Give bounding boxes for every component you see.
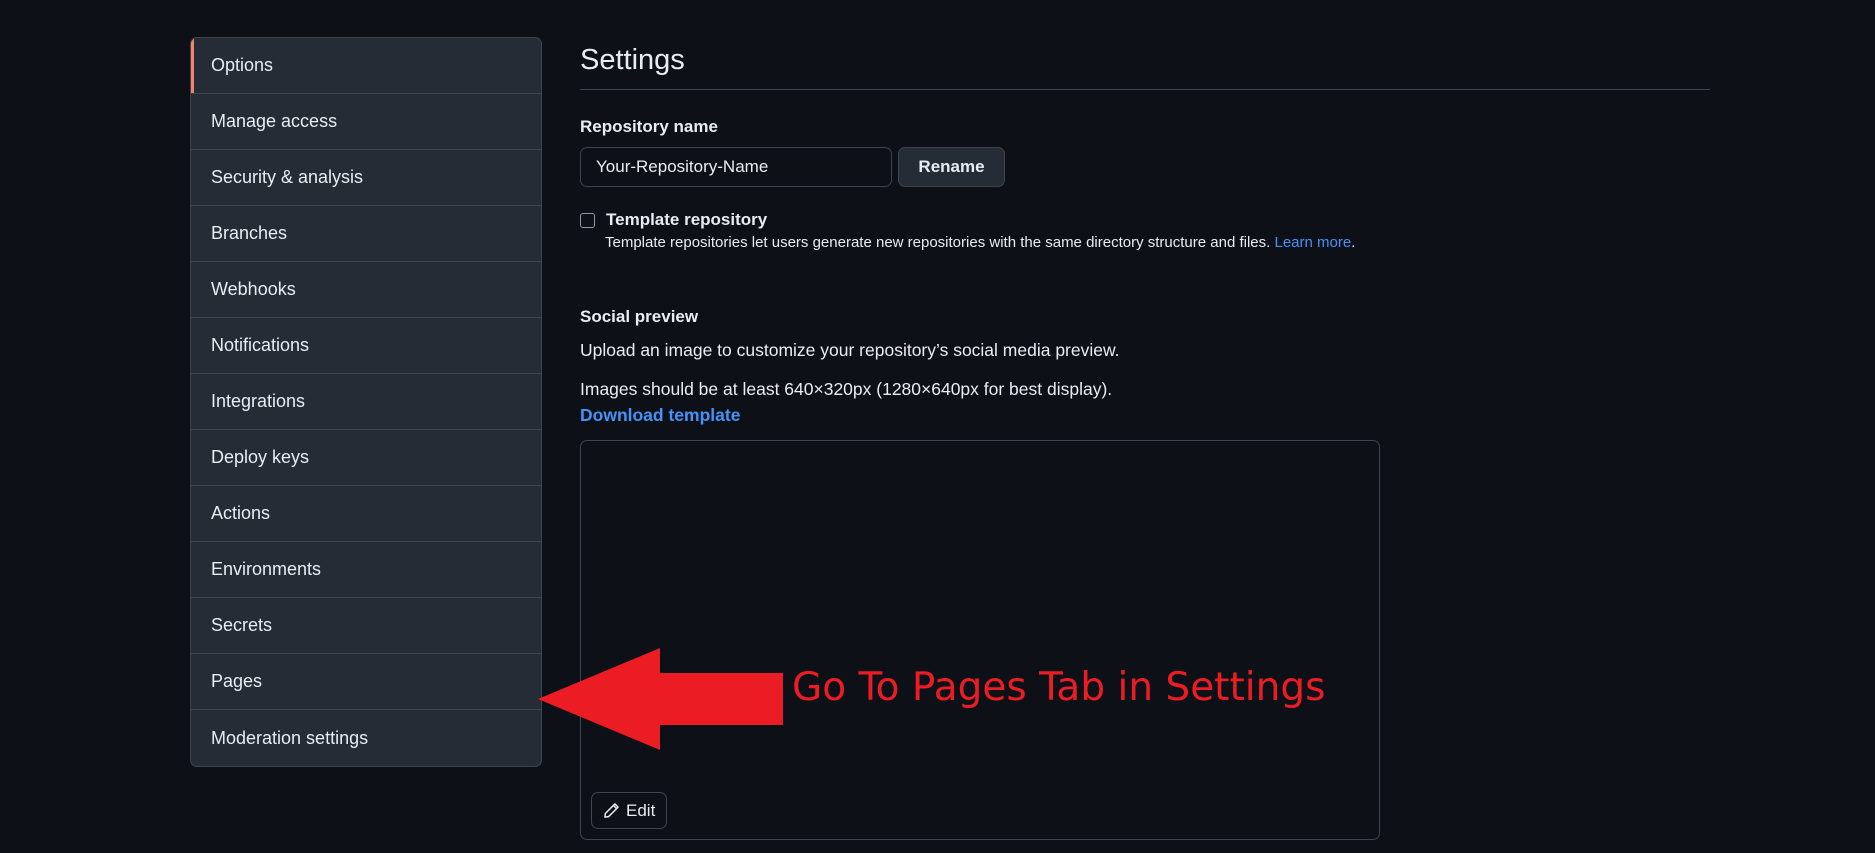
sidebar-item-secrets[interactable]: Secrets bbox=[191, 598, 541, 654]
sidebar-item-options[interactable]: Options bbox=[191, 38, 541, 94]
settings-sidebar: Options Manage access Security & analysi… bbox=[190, 37, 542, 767]
upload-instructions: Upload an image to customize your reposi… bbox=[580, 340, 1120, 360]
sidebar-item-security-analysis[interactable]: Security & analysis bbox=[191, 150, 541, 206]
sidebar-item-label: Actions bbox=[211, 503, 271, 523]
edit-label: Edit bbox=[626, 800, 656, 820]
sidebar-item-label: Environments bbox=[211, 559, 322, 579]
template-repository-checkbox[interactable] bbox=[580, 212, 595, 228]
sidebar-item-integrations[interactable]: Integrations bbox=[191, 374, 541, 430]
sidebar-item-branches[interactable]: Branches bbox=[191, 206, 541, 262]
sidebar-item-notifications[interactable]: Notifications bbox=[191, 318, 541, 374]
sidebar-item-label: Branches bbox=[211, 223, 288, 243]
sidebar-item-environments[interactable]: Environments bbox=[191, 542, 541, 598]
sidebar-item-pages[interactable]: Pages bbox=[191, 654, 541, 710]
red-arrow-annotation bbox=[538, 648, 783, 750]
template-repository-row: Template repository bbox=[580, 210, 767, 230]
edit-button[interactable]: Edit bbox=[591, 792, 668, 829]
social-preview-label: Social preview bbox=[580, 307, 699, 326]
sidebar-item-label: Webhooks bbox=[211, 279, 296, 299]
learn-more-link[interactable]: Learn more bbox=[1274, 234, 1351, 251]
template-description-end: . bbox=[1351, 234, 1356, 251]
page-title: Settings bbox=[580, 44, 1710, 90]
sidebar-item-label: Notifications bbox=[211, 335, 310, 355]
rename-button[interactable]: Rename bbox=[898, 147, 1005, 187]
sidebar-item-label: Options bbox=[211, 55, 274, 75]
sidebar-item-moderation-settings[interactable]: Moderation settings bbox=[191, 710, 541, 766]
image-size-note: Images should be at least 640×320px (128… bbox=[580, 379, 1113, 399]
annotation-text: Go To Pages Tab in Settings bbox=[792, 665, 1326, 710]
social-preview-box: Edit bbox=[580, 440, 1380, 840]
repository-name-label: Repository name bbox=[580, 117, 718, 136]
template-repository-label: Template repository bbox=[606, 210, 768, 229]
sidebar-item-label: Deploy keys bbox=[211, 447, 310, 467]
download-template-link[interactable]: Download template bbox=[580, 405, 740, 426]
sidebar-item-label: Moderation settings bbox=[211, 727, 369, 748]
sidebar-item-label: Security & analysis bbox=[211, 167, 364, 187]
sidebar-item-label: Manage access bbox=[211, 111, 338, 131]
pencil-icon bbox=[604, 803, 619, 818]
repository-name-input[interactable] bbox=[580, 147, 892, 187]
sidebar-item-label: Pages bbox=[211, 671, 263, 691]
sidebar-item-label: Secrets bbox=[211, 615, 273, 635]
settings-main: Settings Repository name Rename Template… bbox=[580, 30, 1710, 840]
sidebar-item-manage-access[interactable]: Manage access bbox=[191, 94, 541, 150]
sidebar-item-actions[interactable]: Actions bbox=[191, 486, 541, 542]
template-repository-description: Template repositories let users generate… bbox=[605, 234, 1355, 251]
sidebar-item-deploy-keys[interactable]: Deploy keys bbox=[191, 430, 541, 486]
template-description-text: Template repositories let users generate… bbox=[605, 234, 1271, 251]
sidebar-item-label: Integrations bbox=[211, 391, 306, 411]
sidebar-item-webhooks[interactable]: Webhooks bbox=[191, 262, 541, 318]
